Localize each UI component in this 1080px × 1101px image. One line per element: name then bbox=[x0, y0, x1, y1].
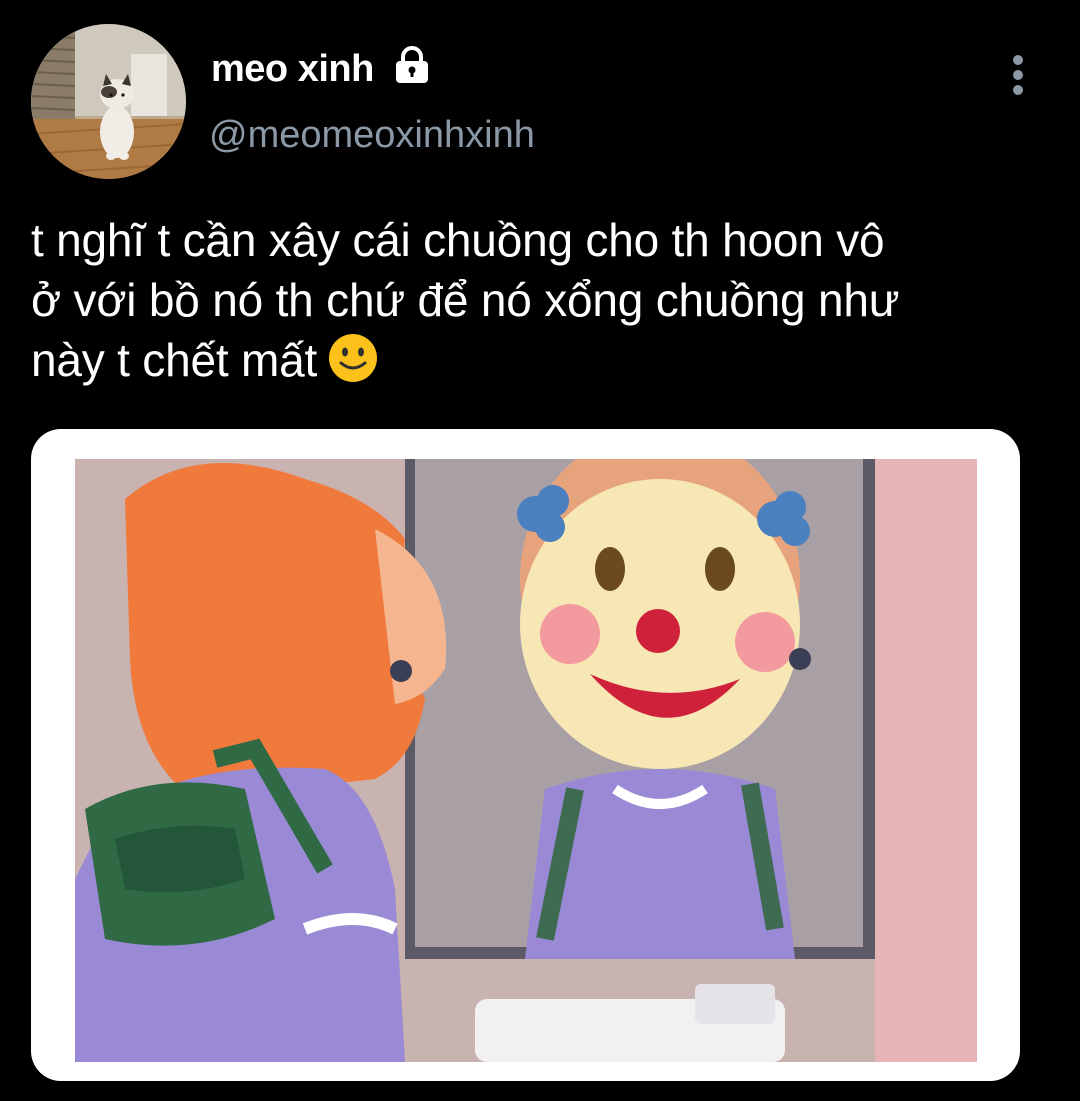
handle[interactable]: @meomeoxinhxinh bbox=[209, 112, 535, 158]
display-name[interactable]: meo xinh bbox=[211, 46, 374, 92]
tweet-text-line-3: này t chết mất bbox=[31, 330, 1061, 390]
slightly-smiling-face-icon bbox=[329, 334, 378, 382]
lock-icon bbox=[396, 46, 428, 83]
tweet-text: t nghĩ t cần xây cái chuồng cho th hoon … bbox=[31, 210, 1061, 390]
more-vertical-icon[interactable] bbox=[998, 50, 1038, 102]
avatar[interactable] bbox=[31, 24, 186, 179]
tweet-text-line-1: t nghĩ t cần xây cái chuồng cho th hoon … bbox=[31, 214, 885, 266]
cat-avatar-image bbox=[31, 24, 186, 179]
tweet-text-line-3-text: này t chết mất bbox=[31, 334, 318, 386]
cartoon-meme-image bbox=[75, 459, 977, 1062]
tweet-text-line-2: ở với bồ nó th chứ để nó xổng chuồng như bbox=[31, 274, 900, 326]
media-image[interactable] bbox=[31, 429, 1020, 1081]
tweet: meo xinh @meomeoxinhxinh t nghĩ t cần xâ… bbox=[0, 0, 1080, 1101]
